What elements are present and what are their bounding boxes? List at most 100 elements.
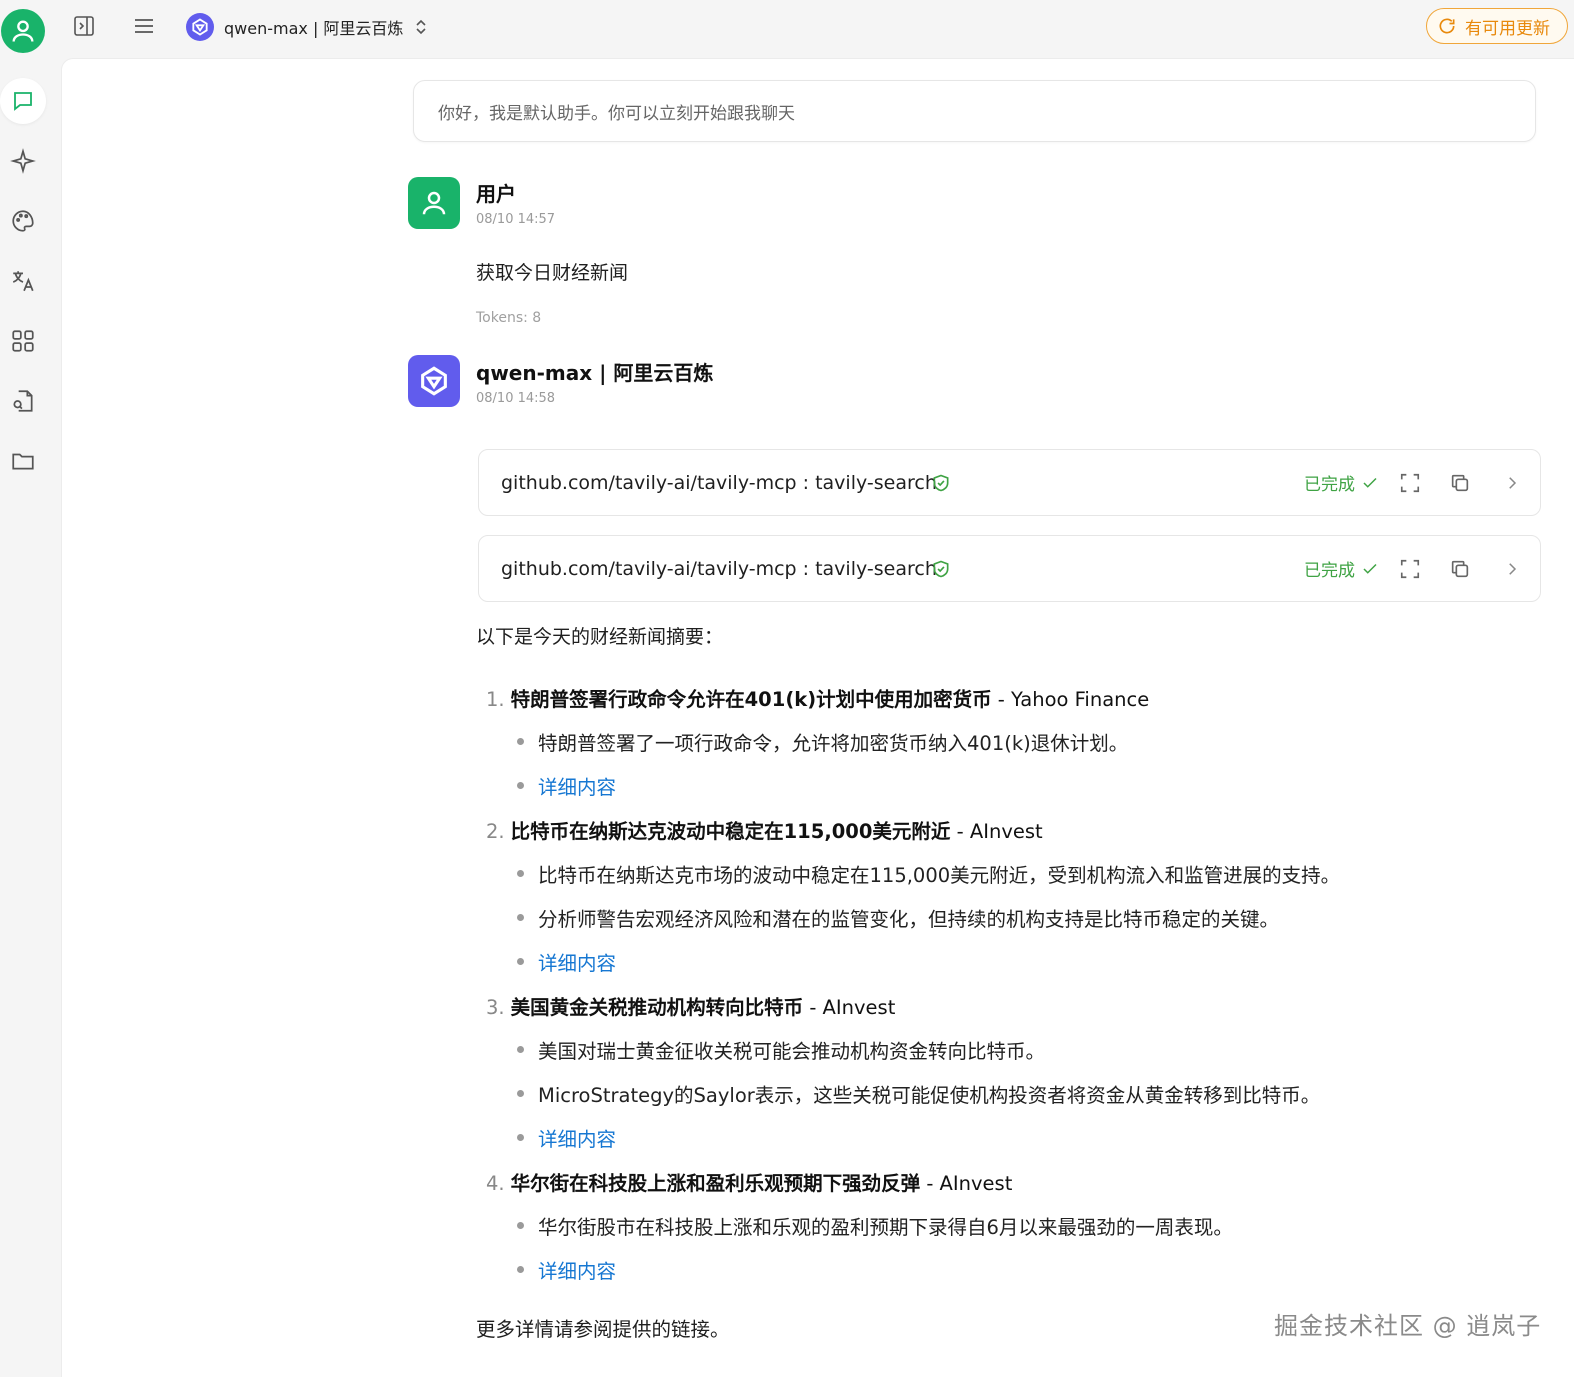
chevron-right-icon <box>1509 476 1517 489</box>
assistant-sender-name: qwen-max | 阿里云百炼 <box>476 361 714 385</box>
sidebar-item-chat[interactable] <box>0 78 46 124</box>
tool-status: 已完成 <box>1304 556 1379 581</box>
check-icon <box>1363 477 1377 488</box>
copy-button[interactable] <box>1446 469 1474 497</box>
news-source: - AInvest <box>950 820 1043 843</box>
tool-call-card[interactable]: github.com/tavily-ai/tavily-mcp : tavily… <box>478 449 1541 516</box>
bullet-icon <box>517 958 524 965</box>
news-number: 1. <box>486 688 505 711</box>
list-item: 美国对瑞士黄金征收关税可能会推动机构资金转向比特币。 <box>517 1035 1045 1064</box>
collapse-toggle-button[interactable] <box>1498 555 1526 583</box>
list-item: 比特币在纳斯达克市场的波动中稳定在115,000美元附近，受到机构流入和监管进展… <box>517 859 1340 888</box>
copy-icon <box>1451 474 1469 491</box>
expand-button[interactable] <box>1396 555 1424 583</box>
bullet-icon <box>517 1090 524 1097</box>
sidebar-item-paint[interactable] <box>0 198 46 244</box>
user-message-text: 获取今日财经新闻 <box>476 262 629 284</box>
chevron-updown-icon <box>416 19 427 35</box>
news-number: 2. <box>486 820 505 843</box>
sidebar-item-knowledge[interactable] <box>0 378 46 424</box>
news-item-title: 1. 特朗普签署行政命令允许在401(k)计划中使用加密货币 - Yahoo Fi… <box>486 683 1149 712</box>
sidebar-panel-icon <box>74 16 94 36</box>
translate-icon <box>12 271 34 292</box>
copy-button[interactable] <box>1446 555 1474 583</box>
update-available-button[interactable]: 有可用更新 <box>1426 8 1568 44</box>
watermark: 掘金技术社区 @ 逍岚子 <box>1274 1312 1542 1340</box>
sidebar <box>0 58 60 1377</box>
bullet-text: 比特币在纳斯达克市场的波动中稳定在115,000美元附近，受到机构流入和监管进展… <box>538 864 1341 887</box>
refresh-icon <box>1439 18 1455 34</box>
response-footer: 更多详情请参阅提供的链接。 <box>476 1318 730 1341</box>
sidebar-item-files[interactable] <box>0 438 46 484</box>
menu-button[interactable] <box>130 12 158 40</box>
details-link[interactable]: 详细内容 <box>538 1255 616 1284</box>
tool-call-card[interactable]: github.com/tavily-ai/tavily-mcp : tavily… <box>478 535 1541 602</box>
user-message-avatar[interactable] <box>408 177 460 229</box>
news-source: - AInvest <box>920 1172 1013 1195</box>
file-search-icon <box>13 390 33 412</box>
chevron-right-icon <box>1509 562 1517 575</box>
bullet-icon <box>517 1222 524 1229</box>
sidebar-item-translate[interactable] <box>0 258 46 304</box>
user-sender-name: 用户 <box>476 182 516 206</box>
sparkle-icon <box>10 148 36 174</box>
toggle-sidebar-button[interactable] <box>70 12 98 40</box>
news-item-title: 2. 比特币在纳斯达克波动中稳定在115,000美元附近 - AInvest <box>486 815 1043 844</box>
list-item: 详细内容 <box>517 771 616 800</box>
bullet-icon <box>517 782 524 789</box>
bullet-text: 美国对瑞士黄金征收关税可能会推动机构资金转向比特币。 <box>538 1040 1046 1063</box>
update-label: 有可用更新 <box>1465 18 1550 39</box>
tool-status: 已完成 <box>1304 470 1379 495</box>
news-source: - AInvest <box>803 996 896 1019</box>
assistant-avatar[interactable] <box>408 355 460 407</box>
details-link[interactable]: 详细内容 <box>538 947 616 976</box>
palette-icon <box>12 210 34 232</box>
bullet-icon <box>517 914 524 921</box>
list-item: 详细内容 <box>517 1123 616 1152</box>
bullet-text: 华尔街股市在科技股上涨和乐观的盈利预期下录得自6月以来最强劲的一周表现。 <box>538 1216 1233 1239</box>
bullet-icon <box>517 1046 524 1053</box>
check-icon <box>1363 563 1377 574</box>
news-item-title: 3. 美国黄金关税推动机构转向比特币 - AInvest <box>486 991 895 1020</box>
list-item: 详细内容 <box>517 947 616 976</box>
folder-icon <box>12 453 34 470</box>
tool-call-name: github.com/tavily-ai/tavily-mcp : tavily… <box>501 471 937 494</box>
system-prompt[interactable]: 你好，我是默认助手。你可以立刻开始跟我聊天 <box>413 80 1536 142</box>
model-selector[interactable]: qwen-max | 阿里云百炼 <box>186 10 429 44</box>
fullscreen-icon <box>1400 559 1420 578</box>
shield-check-icon <box>933 560 949 578</box>
details-link[interactable]: 详细内容 <box>538 1123 616 1152</box>
list-item: MicroStrategy的Saylor表示，这些关税可能促使机构投资者将资金从… <box>517 1079 1320 1108</box>
collapse-toggle-button[interactable] <box>1498 469 1526 497</box>
user-icon <box>12 20 34 42</box>
top-bar: qwen-max | 阿里云百炼 有可用更新 <box>0 0 1574 58</box>
news-number: 3. <box>486 996 505 1019</box>
user-message-time: 08/10 14:57 <box>476 212 556 227</box>
expand-button[interactable] <box>1396 469 1424 497</box>
details-link[interactable]: 详细内容 <box>538 771 616 800</box>
list-item: 华尔街股市在科技股上涨和乐观的盈利预期下录得自6月以来最强劲的一周表现。 <box>517 1211 1233 1240</box>
news-headline: 特朗普签署行政命令允许在401(k)计划中使用加密货币 <box>510 688 992 711</box>
bullet-text: 分析师警告宏观经济风险和潜在的监管变化，但持续的机构支持是比特币稳定的关键。 <box>538 908 1280 931</box>
sidebar-item-agents[interactable] <box>0 138 46 184</box>
bullet-text: 特朗普签署了一项行政命令，允许将加密货币纳入401(k)退休计划。 <box>538 732 1129 755</box>
sidebar-item-apps[interactable] <box>0 318 46 364</box>
bullet-icon <box>517 738 524 745</box>
assistant-message-time: 08/10 14:58 <box>476 391 556 406</box>
response-intro: 以下是今天的财经新闻摘要： <box>476 626 724 648</box>
news-item-title: 4. 华尔街在科技股上涨和盈利乐观预期下强劲反弹 - AInvest <box>486 1167 1012 1196</box>
copy-icon <box>1451 560 1469 577</box>
user-avatar[interactable] <box>1 9 45 53</box>
bullet-icon <box>517 870 524 877</box>
list-item: 分析师警告宏观经济风险和潜在的监管变化，但持续的机构支持是比特币稳定的关键。 <box>517 903 1279 932</box>
chat-icon <box>14 92 32 111</box>
tool-status-label: 已完成 <box>1304 561 1355 581</box>
shield-check-icon <box>933 474 949 492</box>
bullet-icon <box>517 1134 524 1141</box>
list-item: 特朗普签署了一项行政命令，允许将加密货币纳入401(k)退休计划。 <box>517 727 1128 756</box>
qwen-logo-icon <box>421 366 447 396</box>
tool-call-name: github.com/tavily-ai/tavily-mcp : tavily… <box>501 557 937 580</box>
news-headline: 华尔街在科技股上涨和盈利乐观预期下强劲反弹 <box>510 1172 921 1195</box>
news-number: 4. <box>486 1172 505 1195</box>
list-item: 详细内容 <box>517 1255 616 1284</box>
